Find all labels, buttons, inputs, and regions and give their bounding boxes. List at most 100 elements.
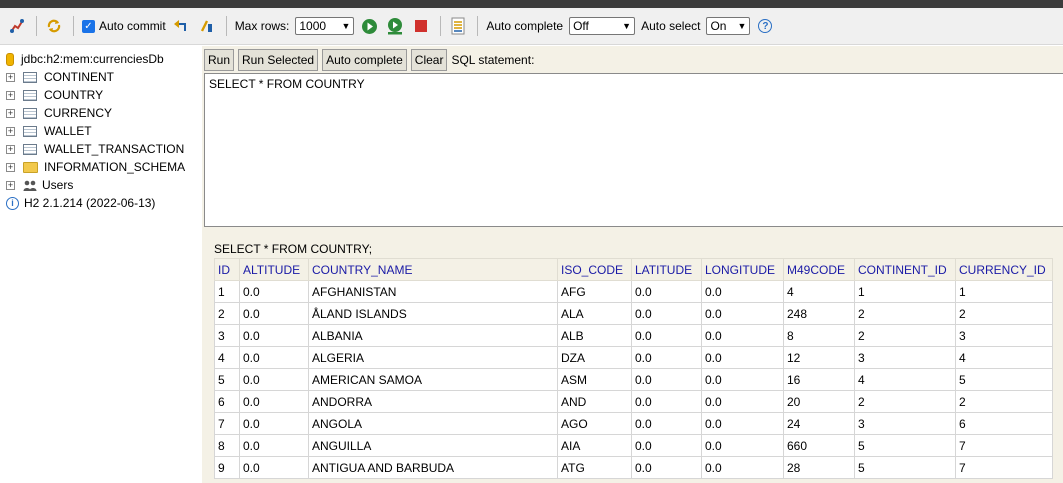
tree-node-wallet[interactable]: + WALLET [6,122,92,140]
version-info: i H2 2.1.214 (2022-06-13) [6,194,155,212]
auto-complete-button[interactable]: Auto complete [322,49,407,71]
column-header[interactable]: COUNTRY_NAME [308,258,558,281]
table-icon [23,71,37,83]
table-cell: 0.0 [631,302,702,325]
auto-complete-value: Off [573,19,589,33]
table-cell: 5 [854,456,956,479]
expand-icon[interactable]: + [6,144,15,154]
table-cell: ASM [557,368,632,391]
chevron-down-icon: ▼ [737,21,747,31]
tree-node-label: INFORMATION_SCHEMA [44,160,186,174]
table-cell: 5 [854,434,956,457]
table-cell: ÅLAND ISLANDS [308,302,558,325]
table-cell: 3 [854,346,956,369]
table-cell: 0.0 [701,302,784,325]
expand-icon[interactable]: + [6,126,15,136]
table-cell: ALBANIA [308,324,558,347]
table-cell: 2 [854,390,956,413]
rollback-icon[interactable] [172,17,190,35]
table-row: 8 0.0 ANGUILLA AIA 0.0 0.0 660 5 7 [214,434,1053,457]
expand-icon[interactable]: + [6,180,15,190]
table-cell: 0.0 [701,412,784,435]
window-top-strip [0,0,1063,8]
refresh-icon[interactable] [45,17,63,35]
table-cell: AMERICAN SAMOA [308,368,558,391]
expand-icon[interactable]: + [6,108,15,118]
connection-node[interactable]: jdbc:h2:mem:currenciesDb [6,50,164,68]
tree-node-label: WALLET_TRANSACTION [44,142,185,156]
table-cell: ALB [557,324,632,347]
result-table: ID ALTITUDE COUNTRY_NAME ISO_CODE LATITU… [214,258,1053,479]
help-icon[interactable]: ? [758,19,773,33]
expand-icon[interactable]: + [6,72,15,82]
toolbar-separator [225,16,227,36]
table-cell: ANGOLA [308,412,558,435]
expand-icon[interactable]: + [6,90,15,100]
table-row: 7 0.0 ANGOLA AGO 0.0 0.0 24 3 6 [214,412,1053,435]
table-cell: 0.0 [239,280,309,303]
table-cell: 3 [214,324,240,347]
column-header[interactable]: ID [214,258,240,281]
tree-node-currency[interactable]: + CURRENCY [6,104,112,122]
column-header[interactable]: LATITUDE [631,258,702,281]
disconnect-icon[interactable] [8,17,26,35]
run-selected-icon[interactable] [386,17,404,35]
table-row: 6 0.0 ANDORRA AND 0.0 0.0 20 2 2 [214,390,1053,413]
table-cell: 4 [783,280,855,303]
history-icon[interactable] [449,17,467,35]
commit-icon[interactable] [198,17,216,35]
toolbar-separator [440,16,442,36]
expand-icon[interactable]: + [6,162,15,172]
table-cell: AFGHANISTAN [308,280,558,303]
table-cell: 0.0 [701,456,784,479]
tree-node-wallet-transaction[interactable]: + WALLET_TRANSACTION [6,140,184,158]
column-header[interactable]: CURRENCY_ID [955,258,1053,281]
sql-editor[interactable]: SELECT * FROM COUNTRY [204,73,1063,227]
column-header[interactable]: CONTINENT_ID [854,258,956,281]
table-cell: 3 [955,324,1053,347]
table-cell: 5 [955,368,1053,391]
run-icon[interactable] [360,17,378,35]
table-cell: 0.0 [631,324,702,347]
tree-node-continent[interactable]: + CONTINENT [6,68,114,86]
auto-select-select[interactable]: On ▼ [706,17,751,35]
chevron-down-icon: ▼ [341,21,351,31]
table-cell: 0.0 [239,302,309,325]
max-rows-select[interactable]: 1000 ▼ [295,17,355,35]
auto-commit-checkbox[interactable]: ✓ [82,19,95,33]
table-cell: 2 [854,302,956,325]
tree-node-information-schema[interactable]: + INFORMATION_SCHEMA [6,158,185,176]
column-header[interactable]: ALTITUDE [239,258,309,281]
tree-node-users[interactable]: + Users [6,176,73,194]
toolbar-separator [477,16,479,36]
version-label: H2 2.1.214 (2022-06-13) [24,196,156,210]
tree-node-country[interactable]: + COUNTRY [6,86,103,104]
table-cell: 7 [214,412,240,435]
auto-complete-label: Auto complete [486,19,564,33]
stop-icon[interactable] [412,17,430,35]
table-cell: AIA [557,434,632,457]
table-cell: ATG [557,456,632,479]
table-cell: 6 [214,390,240,413]
auto-select-value: On [710,19,727,33]
table-cell: ALGERIA [308,346,558,369]
clear-button[interactable]: Clear [410,49,448,71]
tree-node-label: COUNTRY [44,88,104,102]
toolbar-separator [73,16,74,36]
run-button[interactable]: Run [204,49,235,71]
column-header[interactable]: M49CODE [783,258,855,281]
column-header[interactable]: ISO_CODE [557,258,632,281]
auto-complete-select[interactable]: Off ▼ [569,17,636,35]
run-selected-button[interactable]: Run Selected [238,49,319,71]
table-row: 1 0.0 AFGHANISTAN AFG 0.0 0.0 4 1 1 [214,280,1053,303]
info-icon: i [6,196,19,210]
table-row: 3 0.0 ALBANIA ALB 0.0 0.0 8 2 3 [214,324,1053,347]
table-cell: 0.0 [631,456,702,479]
table-cell: 0.0 [631,390,702,413]
auto-commit-label: Auto commit [99,19,166,33]
table-cell: ANGUILLA [308,434,558,457]
table-icon [23,125,37,137]
column-header[interactable]: LONGITUDE [701,258,784,281]
table-row: 9 0.0 ANTIGUA AND BARBUDA ATG 0.0 0.0 28… [214,456,1053,479]
result-header-row: ID ALTITUDE COUNTRY_NAME ISO_CODE LATITU… [214,258,1053,281]
